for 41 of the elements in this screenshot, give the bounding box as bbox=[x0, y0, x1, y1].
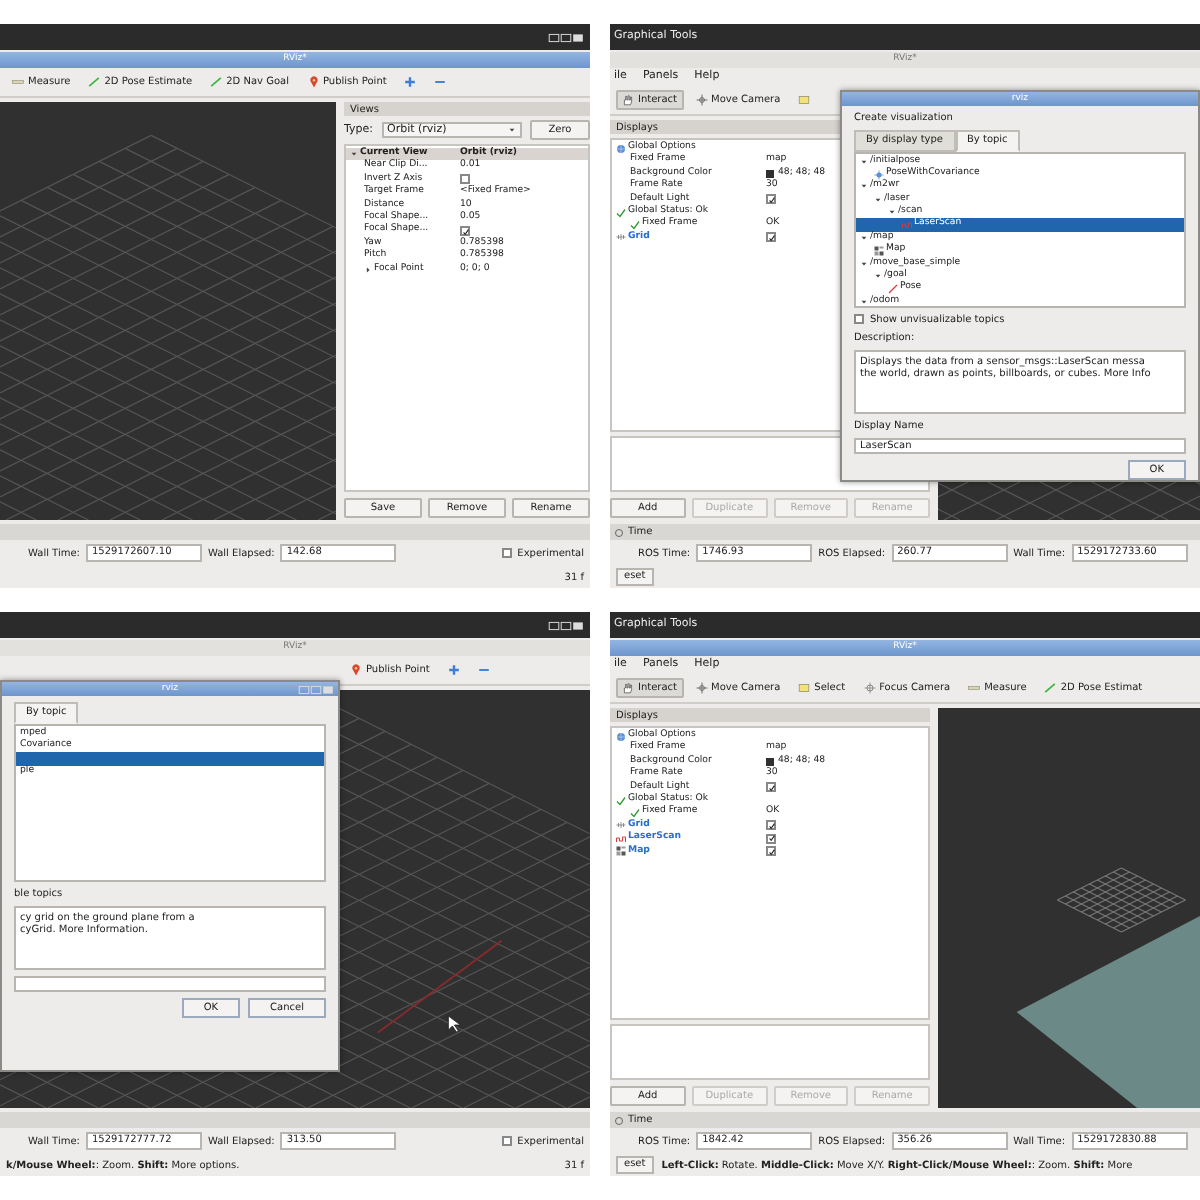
minus-icon bbox=[434, 76, 447, 88]
pin-icon bbox=[350, 664, 362, 676]
hand-icon bbox=[622, 682, 634, 694]
checkbox[interactable] bbox=[854, 314, 864, 325]
checkbox[interactable] bbox=[766, 194, 776, 205]
plus-icon bbox=[404, 76, 417, 88]
checkbox[interactable] bbox=[460, 174, 470, 185]
minus-icon bbox=[477, 664, 490, 676]
map-icon bbox=[874, 245, 884, 256]
clock-icon bbox=[614, 527, 624, 537]
cursor-icon bbox=[448, 1015, 461, 1033]
checkbox[interactable] bbox=[460, 226, 470, 237]
checkbox[interactable] bbox=[766, 846, 776, 857]
crosshair-icon bbox=[695, 94, 708, 106]
checkbox[interactable] bbox=[501, 548, 512, 558]
checkbox[interactable] bbox=[766, 232, 776, 243]
hand-icon bbox=[622, 94, 634, 106]
checkbox[interactable] bbox=[766, 782, 776, 793]
plus-icon bbox=[447, 664, 460, 676]
map-icon bbox=[616, 846, 626, 857]
checkbox[interactable] bbox=[766, 820, 776, 831]
grid-icon bbox=[616, 232, 626, 243]
axis-line bbox=[376, 939, 503, 1034]
clock-icon bbox=[614, 1115, 624, 1125]
caret-icon bbox=[508, 126, 516, 134]
wave-icon bbox=[902, 220, 912, 231]
checkbox[interactable] bbox=[501, 1136, 512, 1146]
pin-icon bbox=[307, 76, 319, 88]
rectangle-icon bbox=[798, 94, 811, 106]
display-name-field[interactable] bbox=[14, 975, 326, 991]
checkbox[interactable] bbox=[766, 833, 776, 844]
3d-viewport[interactable] bbox=[938, 708, 1200, 1108]
crosshair-icon bbox=[863, 682, 876, 694]
rectangle-icon bbox=[798, 682, 811, 694]
wave-icon bbox=[616, 833, 626, 844]
crosshair-icon bbox=[695, 682, 708, 694]
globe-icon bbox=[616, 143, 626, 154]
crosshair-icon bbox=[874, 169, 884, 180]
grid-drawing bbox=[1056, 867, 1186, 933]
globe-icon bbox=[616, 731, 626, 742]
grid-icon bbox=[616, 820, 626, 831]
